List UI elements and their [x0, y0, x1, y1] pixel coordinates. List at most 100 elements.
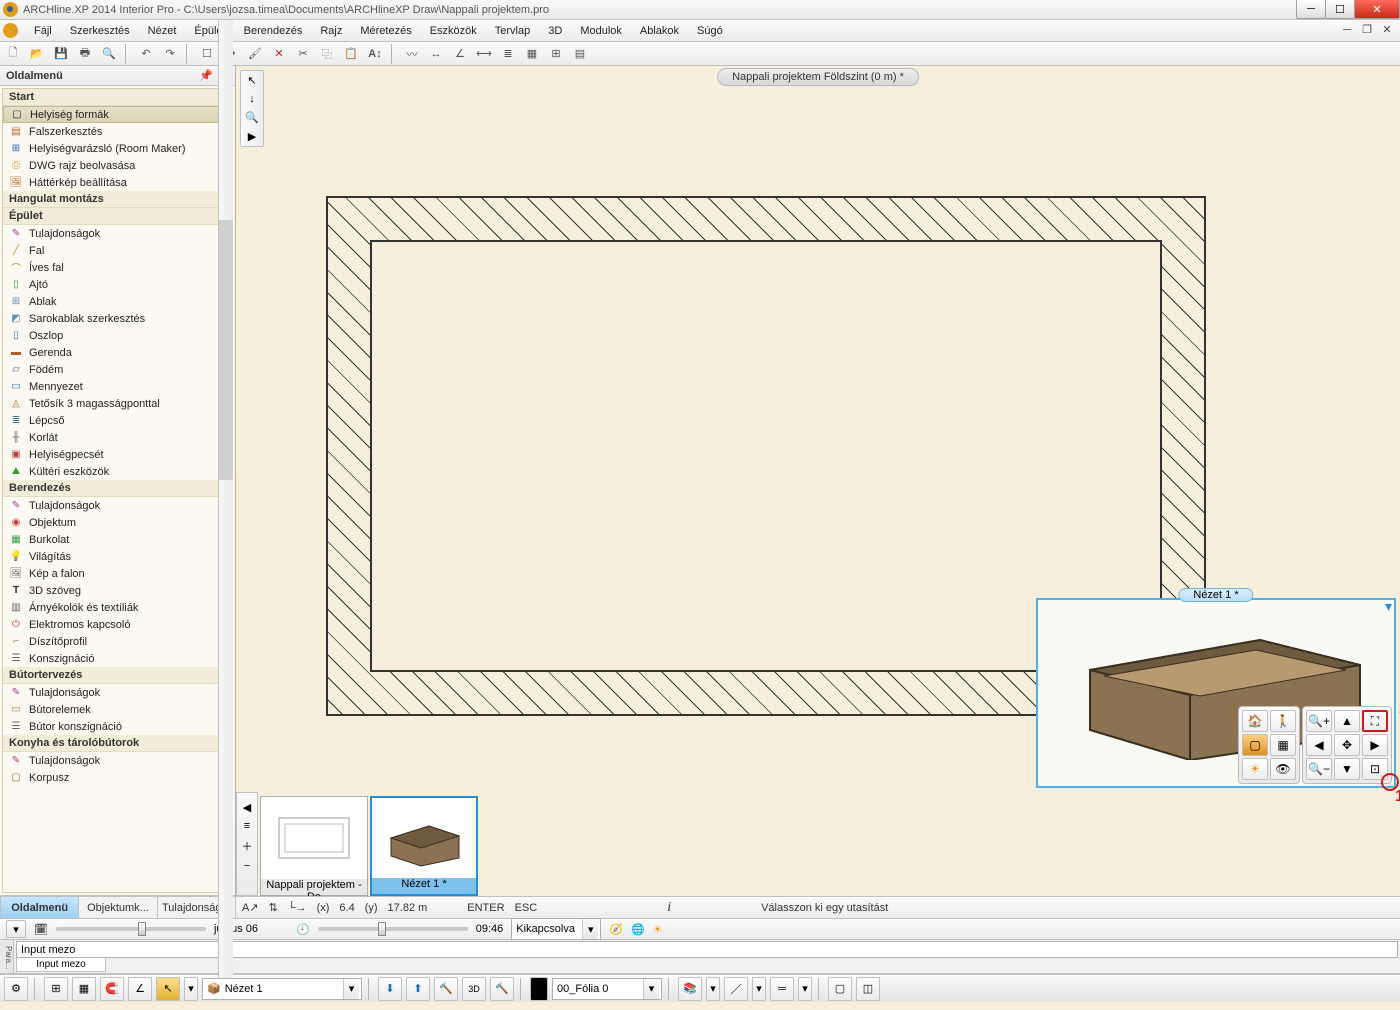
- nav-eye-icon[interactable]: 👁: [1270, 758, 1296, 780]
- thumbnail-3dview[interactable]: Nézet 1 *: [370, 796, 478, 896]
- sidebar-item-korpusz[interactable]: ▢Korpusz: [3, 769, 232, 786]
- build-up-icon[interactable]: ⬆: [406, 977, 430, 1001]
- app-menu-icon[interactable]: [3, 23, 18, 38]
- sidebar-item-tulajdonsagok-1[interactable]: ✎Tulajdonságok▶: [3, 225, 232, 242]
- select-icon[interactable]: ☐: [197, 44, 217, 64]
- nav-up-icon[interactable]: ▲: [1334, 710, 1360, 732]
- nav-perspective-icon[interactable]: 🏠: [1242, 710, 1268, 732]
- line-style-icon[interactable]: ／: [724, 977, 748, 1001]
- maximize-button[interactable]: ☐: [1325, 0, 1355, 19]
- sidebar-item-tulajdonsagok-3[interactable]: ✎Tulajdonságok▶: [3, 684, 232, 701]
- hammer2-icon[interactable]: 🔨: [490, 977, 514, 1001]
- sidebar-item-tulajdonsagok-4[interactable]: ✎Tulajdonságok▶: [3, 752, 232, 769]
- sidebar-item-arnyekolok[interactable]: ▥Árnyékolók és textíliák▶: [3, 599, 232, 616]
- copy-icon[interactable]: ⿻: [317, 44, 337, 64]
- dim-icon[interactable]: ⟷: [474, 44, 494, 64]
- sidebar-item-oszlop[interactable]: ▯Oszlop: [3, 327, 232, 344]
- nav-fit-icon[interactable]: ⛶: [1362, 710, 1388, 732]
- align-icon[interactable]: ≣: [498, 44, 518, 64]
- text-icon[interactable]: A↕: [365, 44, 385, 64]
- sidebar-item-ajto[interactable]: ▯Ajtó: [3, 276, 232, 293]
- section-hangulat[interactable]: Hangulat montázs: [3, 191, 232, 208]
- sidebar-item-fal[interactable]: ╱Fal: [3, 242, 232, 259]
- nav-cube-icon[interactable]: ▦: [1270, 734, 1296, 756]
- layers-dd-icon[interactable]: ▾: [706, 977, 720, 1001]
- sidebar-item-objektum[interactable]: ◉Objektum▶: [3, 514, 232, 531]
- scrollbar-thumb[interactable]: [219, 220, 233, 480]
- cut-icon[interactable]: ✂: [293, 44, 313, 64]
- layer-dropdown[interactable]: 00_Fólia 0▾: [552, 978, 662, 1000]
- sidebar-item-burkolat[interactable]: ▦Burkolat▶: [3, 531, 232, 548]
- sidebar-item-konszignacio[interactable]: ☰Konszignáció: [3, 650, 232, 667]
- curve-icon[interactable]: 〰: [402, 44, 422, 64]
- new-icon[interactable]: 🗋: [3, 44, 23, 64]
- sidebar-item-vilagitas[interactable]: 💡Világítás▶: [3, 548, 232, 565]
- thumb-list-icon[interactable]: ≡: [244, 820, 250, 832]
- esc-button[interactable]: ESC: [515, 902, 538, 914]
- lineweight-icon[interactable]: ═: [770, 977, 794, 1001]
- sidebar-item-ablak[interactable]: ⊞Ablak: [3, 293, 232, 310]
- sidebar-item-sarokablak[interactable]: ◩Sarokablak szerkesztés: [3, 310, 232, 327]
- input-tab[interactable]: Input mezo: [16, 958, 106, 972]
- thumbnail-floorplan[interactable]: Nappali projektem -De: [260, 796, 368, 896]
- preview-icon[interactable]: 🔍: [99, 44, 119, 64]
- sidebar-item-butorelemek[interactable]: ▭Bútorelemek▶: [3, 701, 232, 718]
- grid-icon[interactable]: ▦: [522, 44, 542, 64]
- sidebar-item-fodem[interactable]: ▱Födém▶: [3, 361, 232, 378]
- section-start[interactable]: Start: [3, 89, 232, 106]
- layers-icon[interactable]: 📚: [678, 977, 702, 1001]
- brush-icon[interactable]: 🖌: [245, 44, 265, 64]
- sidebar-item-falszerkesztes[interactable]: ▤Falszerkesztés▶: [3, 123, 232, 140]
- nav-left-icon[interactable]: ◀: [1306, 734, 1332, 756]
- snap-icon[interactable]: ⊞: [546, 44, 566, 64]
- color-swatch[interactable]: [530, 977, 548, 1001]
- doc-close-button[interactable]: ✕: [1378, 22, 1396, 37]
- coord-origin-icon[interactable]: A↗: [242, 901, 259, 914]
- nav-icon[interactable]: 🧭: [609, 923, 623, 936]
- nav-zoom-icon[interactable]: 🔍: [245, 111, 259, 124]
- views-icon[interactable]: ▤: [570, 44, 590, 64]
- section-konyha[interactable]: Konyha és tárolóbútorok: [3, 735, 232, 752]
- paste-icon[interactable]: 📋: [341, 44, 361, 64]
- sidebar-item-lepcso[interactable]: ≣Lépcső: [3, 412, 232, 429]
- 3d-icon[interactable]: 3D: [462, 977, 486, 1001]
- thumb-prev-icon[interactable]: ◀: [243, 801, 251, 814]
- calendar-icon[interactable]: 🗓: [34, 923, 48, 936]
- view-dropdown[interactable]: 📦Nézet 1▾: [202, 978, 362, 1000]
- close-button[interactable]: ✕: [1354, 0, 1400, 19]
- sidebar-item-helyisegpecset[interactable]: ▣Helyiségpecsét▶: [3, 446, 232, 463]
- sidebar-item-3d-szoveg[interactable]: T3D szöveg: [3, 582, 232, 599]
- settings-gear-icon[interactable]: ⚙: [4, 977, 28, 1001]
- menu-ablakok[interactable]: Ablakok: [632, 22, 687, 40]
- date-prev-icon[interactable]: ▾: [6, 920, 26, 938]
- snap-toggle-icon[interactable]: ▦: [72, 977, 96, 1001]
- nav-right-icon[interactable]: ▶: [1362, 734, 1388, 756]
- lw-dd-icon[interactable]: ▾: [798, 977, 812, 1001]
- nav-walk-icon[interactable]: 🚶: [1270, 710, 1296, 732]
- thumb-remove-icon[interactable]: −: [244, 860, 250, 872]
- doc-minimize-button[interactable]: ─: [1338, 22, 1356, 37]
- magnet-icon[interactable]: 🧲: [100, 977, 124, 1001]
- canvas-area[interactable]: ↖ ↓ 🔍 ▶ Nappali projektem Földszint (0 m…: [236, 66, 1400, 918]
- sidebar-item-ives-fal[interactable]: ⌒Íves fal: [3, 259, 232, 276]
- section-epulet[interactable]: Épület: [3, 208, 232, 225]
- sidebar-item-elektromos[interactable]: ⏻Elektromos kapcsoló: [3, 616, 232, 633]
- menu-sugo[interactable]: Súgó: [689, 22, 731, 40]
- menu-tervlap[interactable]: Tervlap: [487, 22, 538, 40]
- pin-icon[interactable]: 📌: [199, 69, 213, 82]
- sidebar-item-butor-konszignacio[interactable]: ☰Bútor konszignáció: [3, 718, 232, 735]
- enter-button[interactable]: ENTER: [467, 902, 504, 914]
- time-slider[interactable]: [318, 927, 468, 931]
- menu-fajl[interactable]: Fájl: [26, 22, 60, 40]
- clock-icon[interactable]: 🕘: [296, 923, 310, 936]
- nav-down-icon[interactable]: ▼: [1334, 758, 1360, 780]
- open-icon[interactable]: 📂: [27, 44, 47, 64]
- undo-icon[interactable]: ↶: [136, 44, 156, 64]
- date-slider[interactable]: [56, 927, 206, 931]
- menu-berendezes[interactable]: Berendezés: [236, 22, 311, 40]
- hammer-icon[interactable]: 🔨: [434, 977, 458, 1001]
- sidebar-item-room-maker[interactable]: ⊞Helyiségvarázsló (Room Maker): [3, 140, 232, 157]
- menu-nezet[interactable]: Nézet: [140, 22, 185, 40]
- sidebar-item-korlat[interactable]: ╫Korlát: [3, 429, 232, 446]
- redo-icon[interactable]: ↷: [160, 44, 180, 64]
